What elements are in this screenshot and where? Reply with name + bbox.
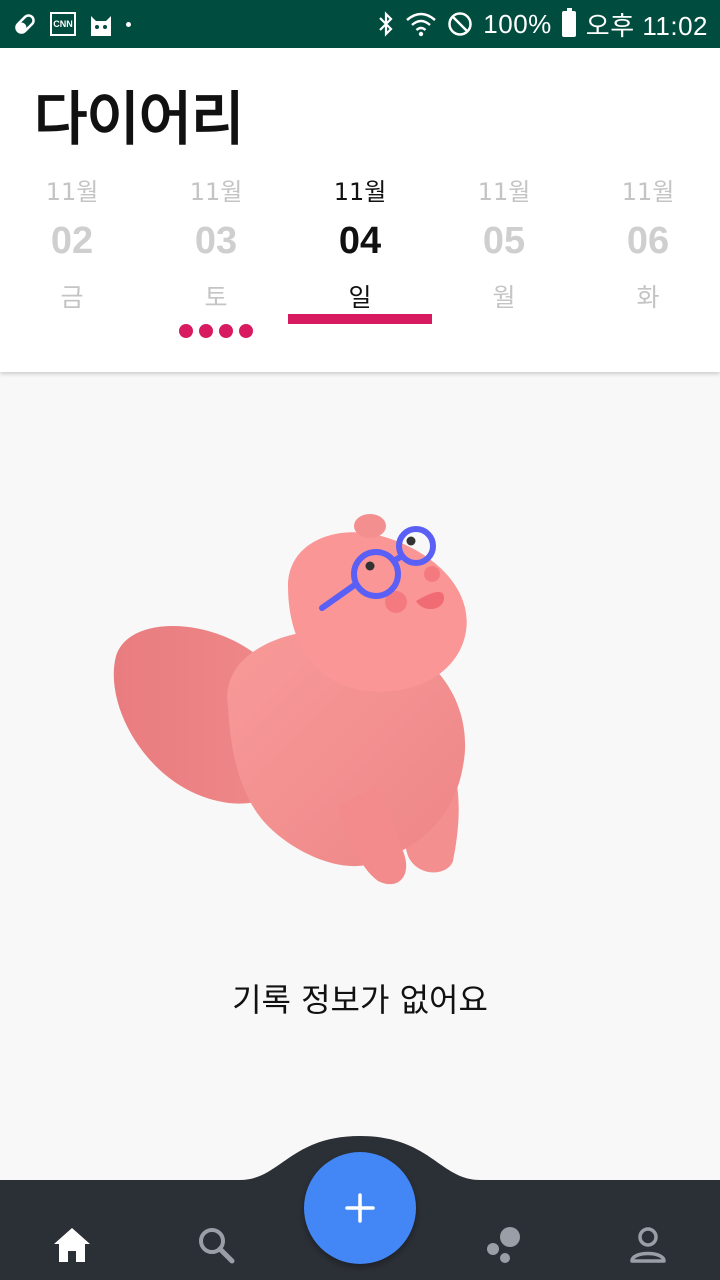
date-weekday: 월 bbox=[492, 283, 516, 312]
record-dot bbox=[179, 324, 193, 338]
home-icon bbox=[54, 1228, 90, 1262]
record-dot bbox=[239, 324, 253, 338]
pill-icon bbox=[12, 11, 38, 37]
battery-percentage: 100% bbox=[483, 8, 552, 39]
nav-search-button[interactable] bbox=[144, 1210, 288, 1280]
bottom-navigation bbox=[0, 1130, 720, 1280]
search-icon bbox=[199, 1228, 235, 1264]
date-month: 11월 bbox=[189, 178, 243, 206]
date-day: 02 bbox=[50, 220, 94, 262]
date-month: 11월 bbox=[45, 178, 99, 206]
date-item-04[interactable]: 11월 04 일 bbox=[288, 168, 432, 368]
battery-icon bbox=[561, 8, 576, 37]
date-day: 03 bbox=[194, 220, 238, 262]
squirrel-with-glasses-illustration bbox=[108, 506, 480, 890]
date-item-03[interactable]: 11월 03 토 bbox=[144, 168, 288, 368]
date-item-06[interactable]: 11월 06 화 bbox=[576, 168, 720, 368]
date-item-02[interactable]: 11월 02 금 bbox=[0, 168, 144, 368]
status-right-icons: 100% 오후 11:02 bbox=[377, 6, 708, 43]
nav-profile-button[interactable] bbox=[576, 1210, 720, 1280]
bluetooth-icon bbox=[377, 10, 395, 38]
nav-community-button[interactable] bbox=[432, 1210, 576, 1280]
add-record-button[interactable] bbox=[304, 1152, 416, 1264]
date-month: 11월 bbox=[621, 178, 675, 206]
dot-icon bbox=[126, 21, 131, 27]
date-month: 11월 bbox=[333, 178, 387, 206]
record-dot bbox=[219, 324, 233, 338]
record-dots bbox=[144, 324, 288, 338]
nav-home-button[interactable] bbox=[0, 1210, 144, 1280]
bubbles-icon bbox=[487, 1227, 520, 1263]
date-month: 11월 bbox=[477, 178, 531, 206]
date-item-05[interactable]: 11월 05 월 bbox=[432, 168, 576, 368]
record-dot bbox=[199, 324, 213, 338]
date-selector: 11월 02 금 11월 03 토 11월 04 일 11월 05 월 11월 … bbox=[0, 168, 720, 368]
date-day: 05 bbox=[482, 220, 526, 262]
cnn-icon: CNN bbox=[50, 12, 76, 36]
wifi-icon bbox=[405, 11, 437, 37]
date-weekday: 토 bbox=[204, 283, 228, 312]
page-title: 다이어리 bbox=[34, 85, 244, 153]
date-day: 06 bbox=[626, 220, 670, 262]
date-weekday: 일 bbox=[348, 283, 372, 312]
date-weekday: 화 bbox=[636, 283, 660, 312]
status-bar: CNN 100% 오후 11:02 bbox=[0, 0, 720, 48]
empty-state-message: 기록 정보가 없어요 bbox=[232, 981, 488, 1019]
do-not-disturb-icon bbox=[447, 11, 473, 37]
cat-app-icon bbox=[88, 10, 114, 38]
date-weekday: 금 bbox=[60, 283, 84, 312]
clock: 오후 11:02 bbox=[585, 10, 708, 41]
selected-date-indicator bbox=[288, 314, 432, 324]
profile-icon bbox=[630, 1227, 666, 1263]
status-left-icons: CNN bbox=[12, 10, 131, 38]
add-icon bbox=[345, 1193, 375, 1223]
date-day: 04 bbox=[338, 220, 382, 262]
